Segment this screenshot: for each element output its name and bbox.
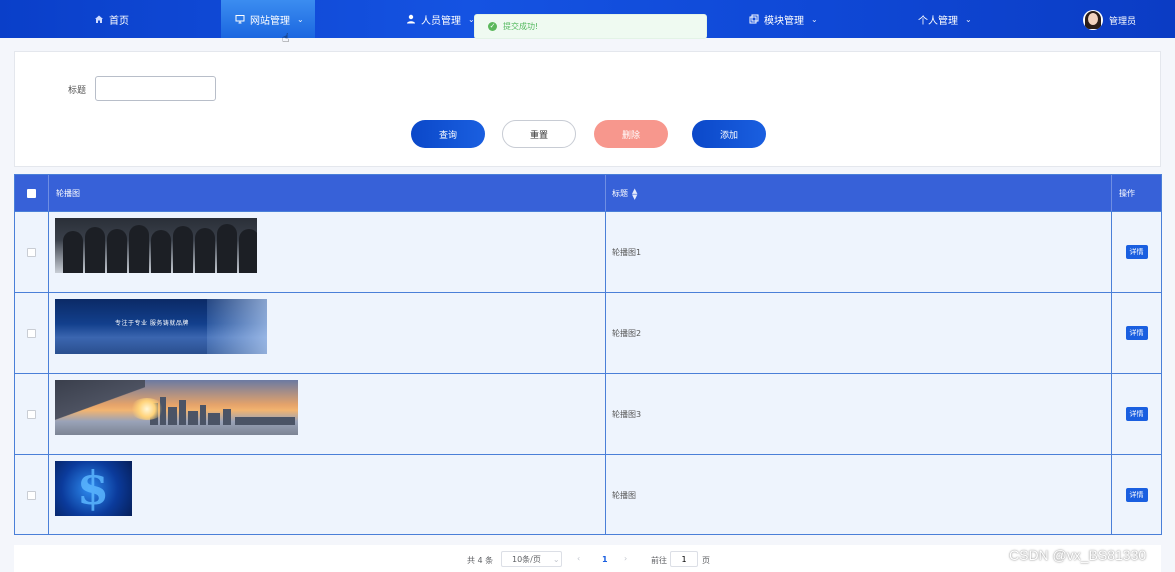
select-all-checkbox[interactable] — [27, 189, 36, 198]
chevron-down-icon: ⌄ — [811, 14, 818, 24]
image-cell — [49, 374, 606, 454]
nav-home-label: 首页 — [109, 15, 129, 27]
row-checkbox[interactable] — [27, 490, 36, 500]
pointer-cursor-icon: ☝ — [282, 31, 290, 45]
user-name[interactable]: 管理员 — [1109, 14, 1136, 27]
table-row: 轮播图1 详情 — [15, 211, 1161, 292]
add-button[interactable]: 添加 — [692, 120, 766, 148]
detail-button[interactable]: 详情 — [1125, 326, 1148, 340]
nav-personal-management-label: 个人管理 — [918, 15, 958, 27]
page-size-value: 10条/页 — [512, 554, 541, 564]
chevron-down-icon: ⌄ — [965, 14, 972, 24]
dollar-sign-graphic: $ — [77, 461, 110, 515]
nav-staff-management-label: 人员管理 — [421, 15, 461, 27]
chevron-down-icon: ⌄ — [552, 554, 560, 564]
query-button[interactable]: 查询 — [411, 120, 485, 148]
success-toast: ✓ 提交成功! — [474, 14, 707, 39]
nav-module-management[interactable]: 模块管理 ⌄ — [749, 0, 818, 38]
carousel-table: 轮播图 标题 ▲ ▼ 操作 轮播图1 详情 专注于专业 服务铸就品牌 轮播图2 … — [14, 174, 1162, 535]
nav-site-management[interactable]: 网站管理 ⌄ — [221, 0, 315, 38]
row-checkbox[interactable] — [27, 328, 36, 338]
table-row: 专注于专业 服务铸就品牌 轮播图2 详情 — [15, 292, 1161, 373]
image-cell: $ — [49, 455, 606, 535]
title-cell: 轮播图1 — [606, 212, 1112, 292]
row-checkbox-cell — [15, 212, 49, 292]
chevron-down-icon: ⌄ — [297, 14, 304, 24]
operation-cell: 详情 — [1112, 212, 1161, 292]
thumbnail-caption: 专注于专业 服务铸就品牌 — [115, 320, 189, 327]
nav-module-management-label: 模块管理 — [764, 15, 804, 27]
prev-page-icon[interactable]: ‹ — [577, 554, 580, 563]
operation-cell: 详情 — [1112, 374, 1161, 454]
goto-page-input[interactable] — [670, 551, 698, 567]
title-cell: 轮播图3 — [606, 374, 1112, 454]
nav-site-management-label: 网站管理 — [250, 15, 290, 27]
row-checkbox[interactable] — [27, 409, 36, 419]
search-panel: 标题 查询 重置 删除 添加 — [14, 51, 1161, 167]
pagination: 共 4 条 10条/页 ⌄ ‹ 1 › 前往 页 — [14, 545, 1161, 572]
detail-button[interactable]: 详情 — [1125, 488, 1148, 502]
title-cell: 轮播图 — [606, 455, 1112, 535]
next-page-icon[interactable]: › — [624, 554, 627, 563]
image-cell: 专注于专业 服务铸就品牌 — [49, 293, 606, 373]
monitor-icon — [235, 15, 245, 24]
header-operation: 操作 — [1119, 189, 1135, 198]
copy-icon — [749, 14, 759, 24]
title-label: 标题 — [68, 86, 87, 96]
operation-cell: 详情 — [1112, 293, 1161, 373]
delete-button[interactable]: 删除 — [594, 120, 668, 148]
operation-cell: 详情 — [1112, 455, 1161, 535]
toast-message: 提交成功! — [503, 22, 539, 31]
sort-icon[interactable]: ▲ ▼ — [632, 187, 637, 200]
table-header: 轮播图 标题 ▲ ▼ 操作 — [15, 175, 1161, 212]
reset-button[interactable]: 重置 — [502, 120, 576, 148]
user-icon — [407, 14, 415, 24]
header-image: 轮播图 — [49, 175, 606, 212]
row-checkbox-cell — [15, 455, 49, 535]
detail-button[interactable]: 详情 — [1125, 407, 1148, 421]
nav-staff-management[interactable]: 人员管理 ⌄ — [406, 0, 475, 38]
page-suffix-label: 页 — [702, 556, 710, 565]
page-size-select[interactable]: 10条/页 ⌄ — [501, 551, 562, 567]
pagination-total: 共 4 条 — [467, 556, 494, 565]
image-cell — [49, 212, 606, 292]
goto-label: 前往 — [651, 556, 667, 565]
carousel-thumbnail — [55, 380, 298, 435]
title-search-input[interactable] — [95, 76, 216, 101]
table-row: $ 轮播图 详情 — [15, 454, 1161, 535]
home-icon — [95, 15, 103, 23]
header-title-label: 标题 — [612, 189, 628, 198]
row-checkbox-cell — [15, 374, 49, 454]
header-title[interactable]: 标题 ▲ ▼ — [606, 175, 1112, 212]
avatar[interactable] — [1083, 10, 1103, 30]
nav-personal-management[interactable]: 个人管理 ⌄ — [918, 0, 972, 38]
success-check-icon: ✓ — [488, 22, 497, 31]
carousel-thumbnail: $ — [55, 461, 132, 516]
title-cell: 轮播图2 — [606, 293, 1112, 373]
carousel-thumbnail: 专注于专业 服务铸就品牌 — [55, 299, 267, 354]
header-select-all-cell — [15, 175, 49, 212]
current-page-number[interactable]: 1 — [602, 555, 608, 564]
watermark: CSDN @vx_BS81330 — [1009, 547, 1147, 563]
carousel-thumbnail — [55, 218, 257, 273]
table-row: 轮播图3 详情 — [15, 373, 1161, 454]
row-checkbox-cell — [15, 293, 49, 373]
detail-button[interactable]: 详情 — [1125, 245, 1148, 259]
row-checkbox[interactable] — [27, 247, 36, 257]
nav-home[interactable]: 首页 — [94, 0, 129, 38]
